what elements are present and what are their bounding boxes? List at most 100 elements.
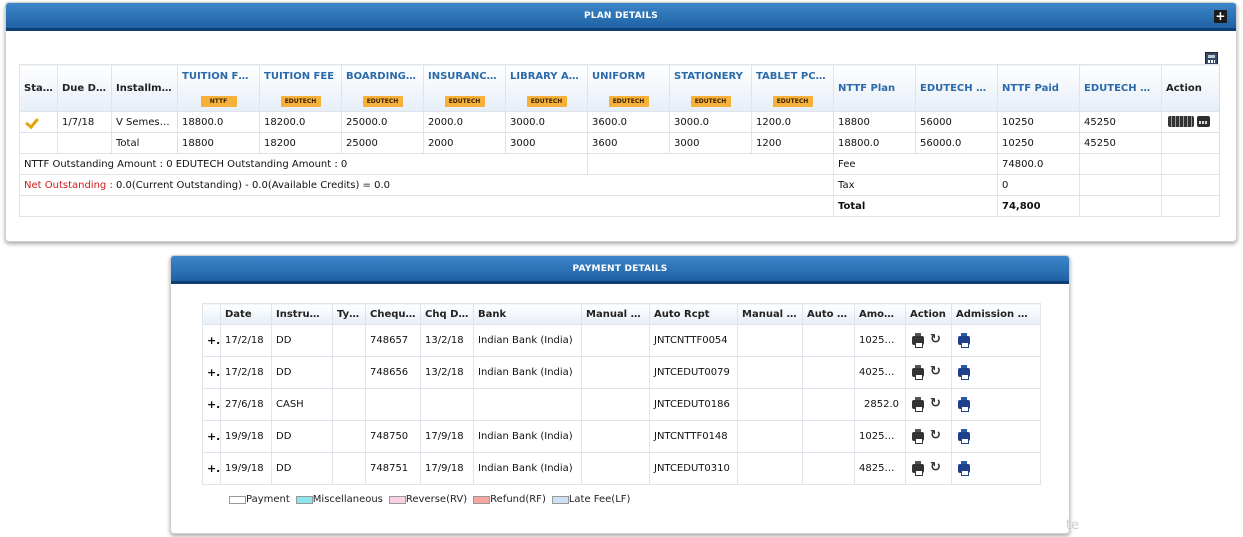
col-tuition-fee-nttf[interactable]: TUITION FEE ... NTTF [177, 64, 260, 112]
auto-rcpt-cell: JNTCEDUT0079 [649, 356, 738, 389]
grand-total-value: 74,800 [997, 195, 1080, 217]
col-tuition-fee-edutech[interactable]: TUITION FEE EDUTECH [259, 64, 342, 112]
amount-cell: 10250.0 [854, 324, 906, 357]
col-label: TUITION FEE [264, 71, 335, 82]
type-cell [332, 420, 366, 453]
col-library[interactable]: LIBRARY AN... EDUTECH [505, 64, 588, 112]
expand-row-button[interactable]: + [202, 356, 221, 389]
date-cell: 17/2/18 [220, 356, 272, 389]
legend-swatch [229, 495, 246, 504]
refresh-icon[interactable]: ↻ [930, 333, 941, 346]
admission-order-cell [951, 452, 1041, 485]
cheque-cell: 748750 [365, 420, 421, 453]
expand-row-button[interactable]: + [202, 324, 221, 357]
auto-ack-cell [802, 388, 855, 421]
ledger-icon[interactable] [1168, 116, 1194, 128]
outstanding-row: NTTF Outstanding Amount : 0 EDUTECH Outs… [19, 153, 1220, 175]
legend-swatch [473, 495, 491, 504]
manual-rcpt-cell [581, 324, 650, 357]
edutech-paid-cell: 45250 [1079, 111, 1162, 133]
printer-icon[interactable] [912, 428, 924, 444]
date-cell: 19/9/18 [220, 452, 272, 485]
refresh-icon[interactable]: ↻ [930, 397, 941, 410]
manual-rcpt-cell [581, 356, 650, 389]
legend-label: Reverse(RV) [405, 494, 468, 505]
auto-ack-cell [802, 452, 855, 485]
expand-icon[interactable]: + [1214, 10, 1227, 23]
instrument-cell: DD [271, 452, 333, 485]
badge-edutech: EDUTECH [362, 96, 403, 107]
action-cell: ↻ [905, 420, 952, 453]
cheque-cell: 748657 [365, 324, 421, 357]
manual-ack-cell [737, 356, 803, 389]
auto-ack-cell [802, 324, 855, 357]
total-cell: 1200 [751, 132, 834, 154]
status-cell [19, 111, 58, 133]
installment-link[interactable]: V Semester [111, 111, 178, 133]
refresh-icon[interactable]: ↻ [930, 461, 941, 474]
badge-edutech: EDUTECH [526, 96, 567, 107]
empty-cell [1079, 174, 1162, 196]
col-bank: Bank [473, 303, 582, 325]
payment-details-title: PAYMENT DETAILS [572, 264, 668, 274]
col-instrument: Instrument [271, 303, 333, 325]
col-admission-order: Admission Order [951, 303, 1041, 325]
expand-row-button[interactable]: + [202, 452, 221, 485]
col-insurance[interactable]: INSURANCE ... EDUTECH [423, 64, 506, 112]
printer-icon[interactable] [958, 428, 970, 444]
printer-icon[interactable] [912, 332, 924, 348]
payment-row: + 17/2/18 DD 748656 13/2/18 Indian Bank … [202, 356, 1041, 389]
printer-icon[interactable] [958, 460, 970, 476]
total-label: Total [111, 132, 178, 154]
expand-row-button[interactable]: + [202, 420, 221, 453]
refresh-icon[interactable]: ↻ [930, 365, 941, 378]
instrument-cell: DD [271, 420, 333, 453]
total-cell: 18800 [177, 132, 260, 154]
col-auto-ack: Auto Ack [802, 303, 855, 325]
grand-total-row: Total 74,800 [19, 195, 1220, 217]
admission-order-cell [951, 420, 1041, 453]
net-outstanding-label: Net Outstanding : [24, 179, 116, 191]
admission-order-cell [951, 356, 1041, 389]
col-nttf-paid: NTTF Paid [997, 64, 1080, 112]
nttf-plan-cell: 18800 [833, 111, 916, 133]
chq-date-cell: 17/9/18 [420, 420, 474, 453]
legend-swatch [551, 495, 569, 504]
badge-edutech: EDUTECH [444, 96, 485, 107]
instrument-cell: DD [271, 324, 333, 357]
empty-cell [19, 132, 58, 154]
action-cell [1161, 111, 1220, 133]
total-cell: 3600 [587, 132, 670, 154]
empty-cell [57, 132, 112, 154]
badge-edutech: EDUTECH [690, 96, 731, 107]
calculator-icon[interactable] [1197, 116, 1210, 128]
manual-ack-cell [737, 388, 803, 421]
printer-icon[interactable] [912, 460, 924, 476]
cheque-cell: 748751 [365, 452, 421, 485]
col-tablet-pc[interactable]: TABLET PC C... EDUTECH [751, 64, 834, 112]
chq-date-cell: 13/2/18 [420, 324, 474, 357]
col-stationery[interactable]: STATIONERY EDUTECH [669, 64, 752, 112]
refresh-icon[interactable]: ↻ [930, 429, 941, 442]
expand-row-button[interactable]: + [202, 388, 221, 421]
check-icon [27, 116, 39, 126]
printer-icon[interactable] [958, 364, 970, 380]
total-cell: 18200 [259, 132, 342, 154]
total-cell: 25000 [341, 132, 424, 154]
type-cell [332, 452, 366, 485]
manual-ack-cell [737, 324, 803, 357]
col-manual-rcpt: Manual Rcpt [581, 303, 650, 325]
amount-cell: 2852.0 [854, 388, 906, 421]
col-uniform[interactable]: UNIFORM EDUTECH [587, 64, 670, 112]
col-edutech-plan: EDUTECH Plan [915, 64, 998, 112]
col-boarding[interactable]: BOARDING A... EDUTECH [341, 64, 424, 112]
printer-icon[interactable] [958, 396, 970, 412]
due-date-cell: 1/7/18 [57, 111, 112, 133]
legend-label: Refund(RF) [490, 494, 546, 505]
printer-icon[interactable] [958, 332, 970, 348]
plan-details-panel: PLAN DETAILS + Status Due Date Installme… [5, 2, 1237, 242]
total-cell: 3000 [669, 132, 752, 154]
printer-icon[interactable] [912, 396, 924, 412]
printer-icon[interactable] [912, 364, 924, 380]
col-installment: Installment [111, 64, 178, 112]
